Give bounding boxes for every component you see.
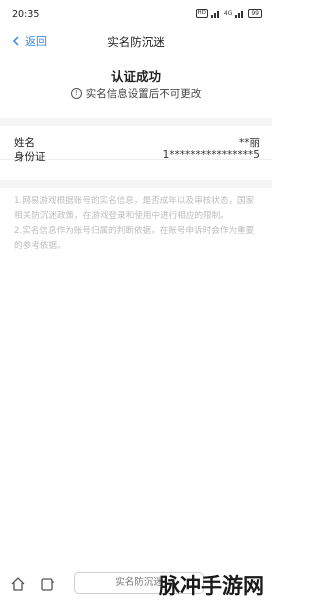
hd-badge: HD (195, 9, 208, 18)
hint-text: 实名信息设置后不可更改 (85, 88, 202, 100)
section-divider (0, 118, 272, 126)
id-card-value: 1****************5 (162, 149, 260, 161)
hint-line: ! 实名信息设置后不可更改 (0, 86, 272, 101)
battery-indicator: 99 (248, 9, 262, 18)
nav-bar: 返回 实名防沉迷 (0, 26, 272, 58)
note-item: 1.网易游戏根据账号的实名信息，是否成年以及审核状态，国家相关防沉迷政策，在游戏… (14, 196, 255, 221)
network-4g-label: 4G (223, 10, 233, 17)
success-title: 认证成功 (110, 69, 161, 84)
status-icons: HD 4G 99 (195, 9, 262, 18)
notes-block: 1.网易游戏根据账号的实名信息，是否成年以及审核状态，国家相关防沉迷政策，在游戏… (14, 194, 260, 254)
home-icon[interactable] (10, 576, 26, 592)
signal-icon-2 (235, 10, 244, 18)
page-title: 实名防沉迷 (107, 35, 165, 49)
tabs-icon[interactable] (40, 576, 56, 592)
section-divider-2 (0, 180, 272, 188)
status-time: 20:35 (12, 9, 40, 20)
note-item: 2.实名信息作为账号归属的判断依据，在账号申诉时会作为重要的参考依据。 (14, 226, 255, 251)
signal-icon (210, 10, 219, 18)
status-bar: 20:35 HD 4G 99 (0, 0, 272, 26)
id-card-row: 身份证 1****************5 (0, 146, 272, 176)
watermark: 脉冲手游网 (159, 574, 264, 598)
id-card-label: 身份证 (14, 151, 46, 163)
info-icon: ! (70, 88, 82, 99)
